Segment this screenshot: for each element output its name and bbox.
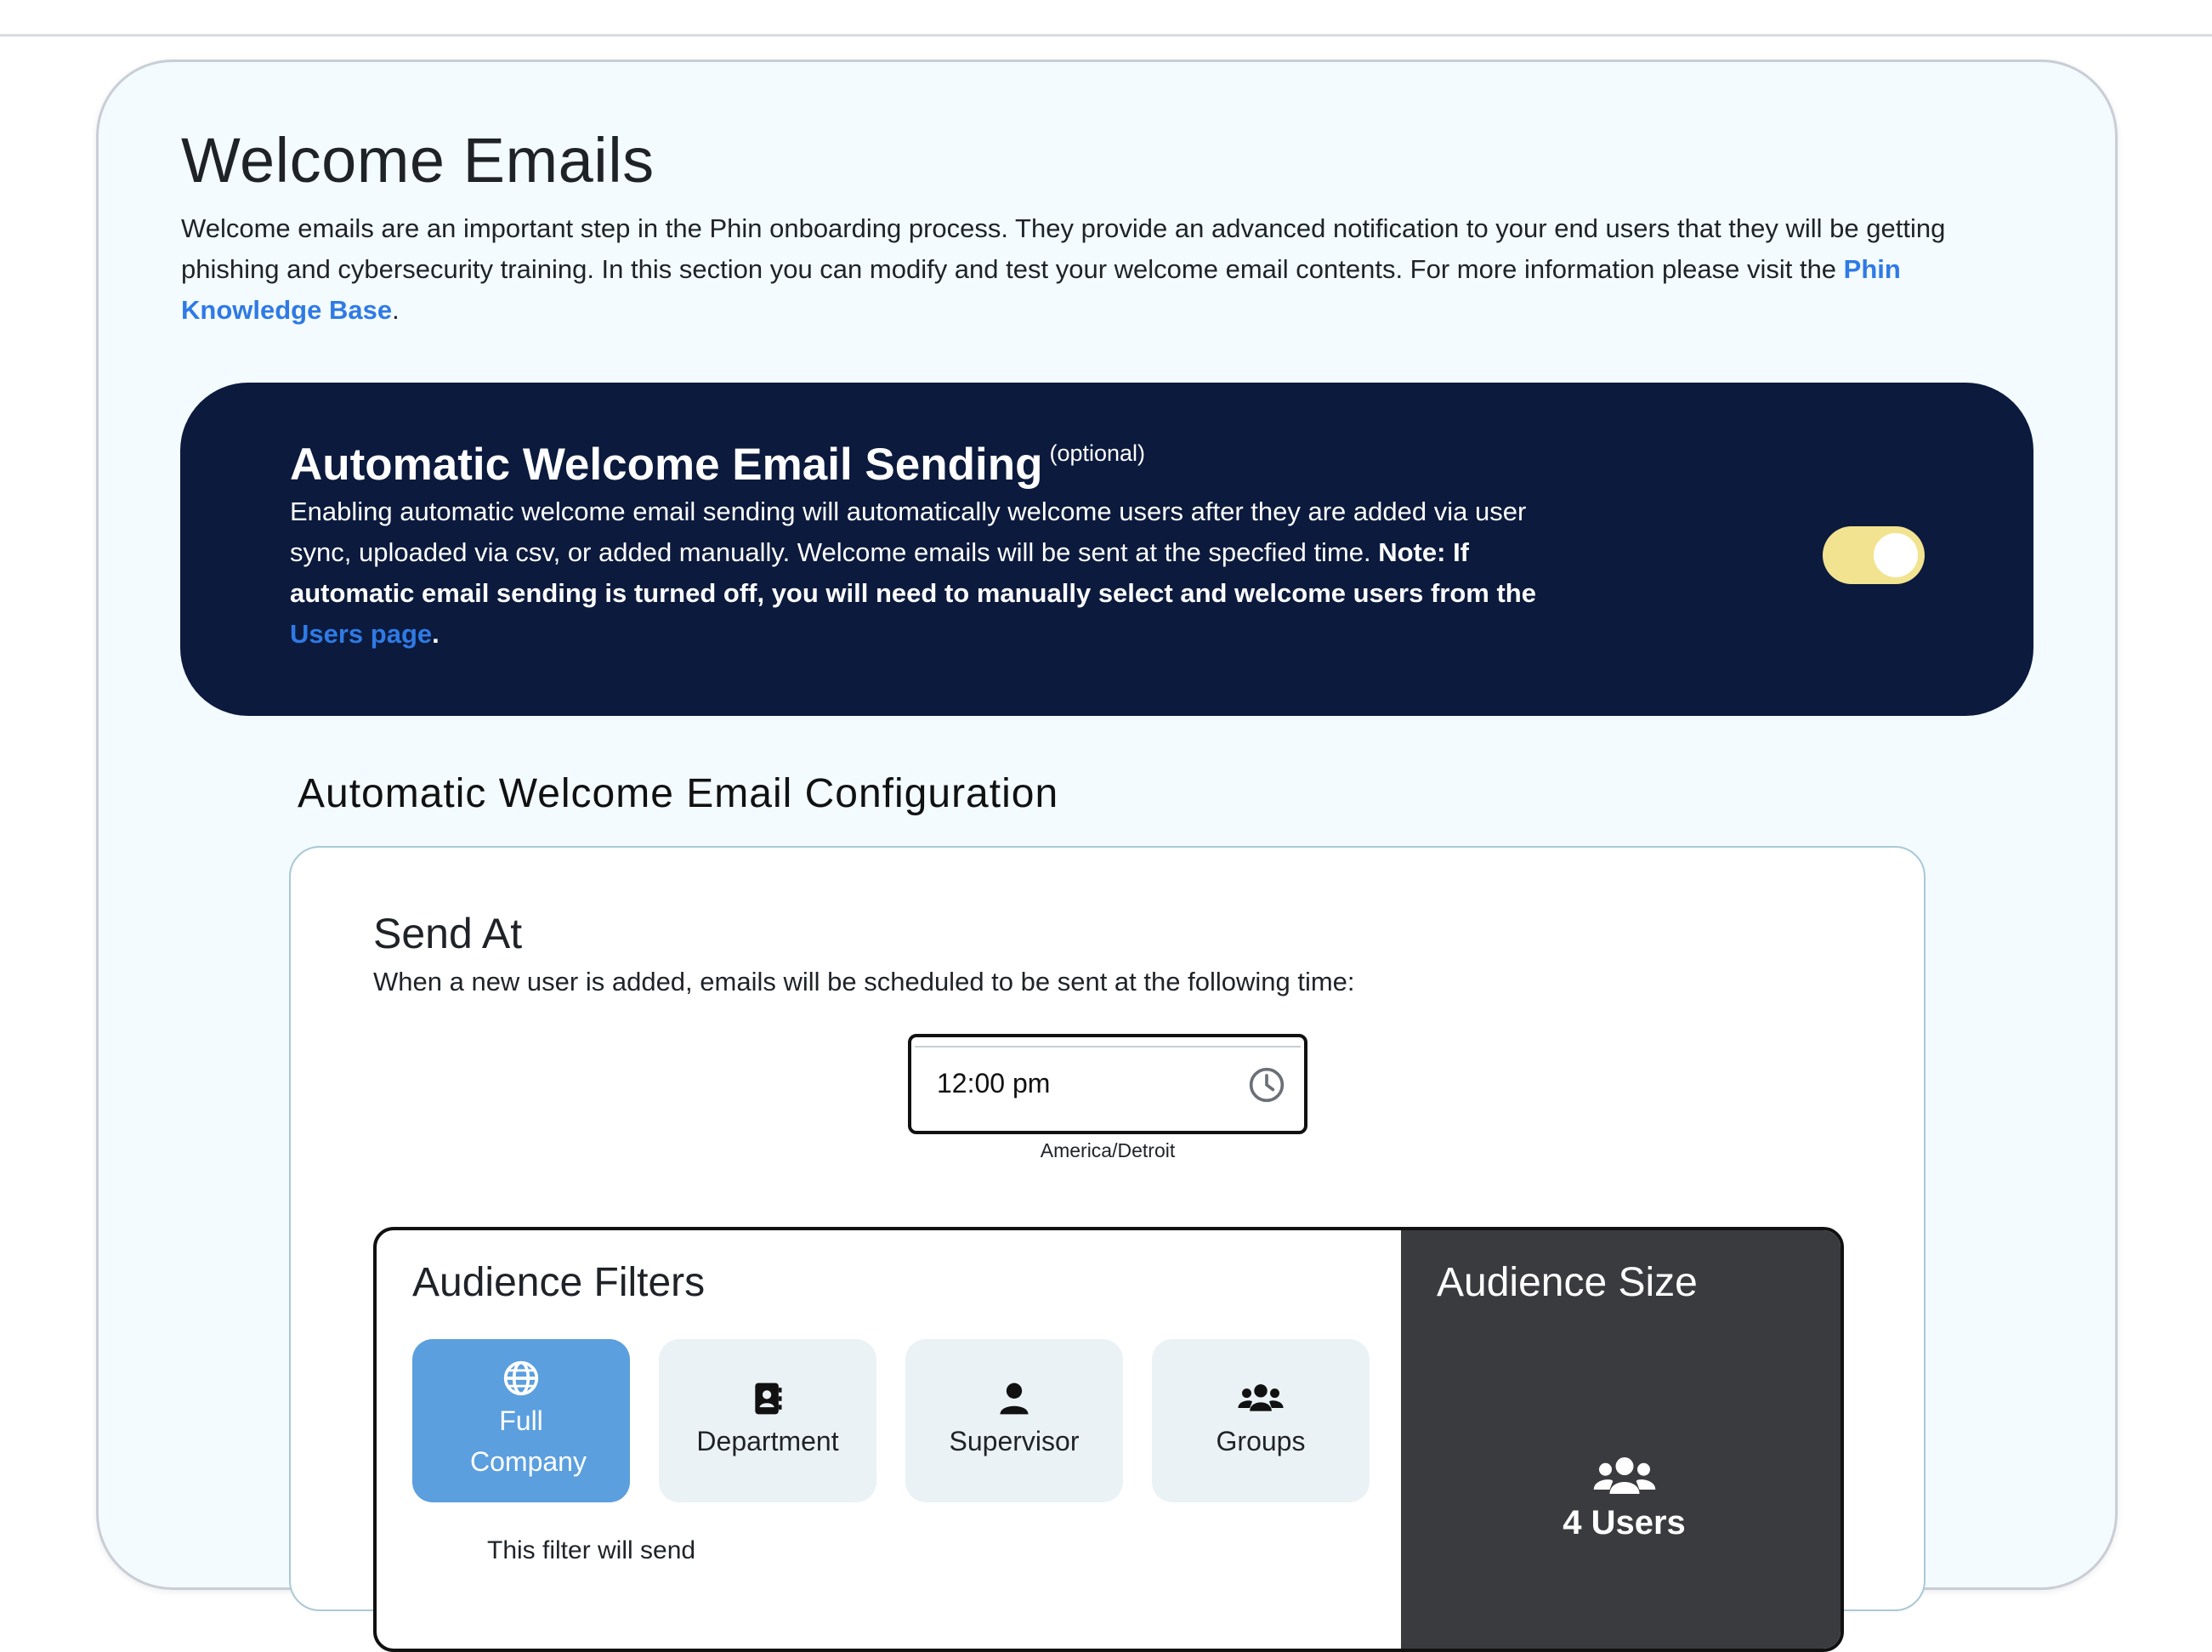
automatic-sending-banner: Automatic Welcome Email Sending (optional…	[180, 383, 2033, 716]
address-book-icon	[755, 1382, 782, 1415]
globe-icon	[503, 1360, 539, 1396]
filter-supervisor[interactable]: Supervisor	[905, 1339, 1123, 1502]
banner-title-text: Automatic Welcome Email Sending	[290, 440, 1043, 490]
banner-end: .	[432, 619, 440, 649]
filter-note: This filter will send	[487, 1536, 696, 1564]
automatic-sending-toggle[interactable]	[1823, 526, 1925, 584]
audience-filters-title: Audience Filters	[412, 1260, 706, 1305]
time-value: 12:00 pm	[937, 1068, 1051, 1098]
filter-label: Full Company	[470, 1405, 587, 1477]
banner-title: Automatic Welcome Email Sending (optional…	[290, 439, 1145, 491]
intro-text: Welcome emails are an important step in …	[181, 213, 1946, 284]
filter-label: Department	[696, 1426, 839, 1456]
filter-department[interactable]: Department	[659, 1339, 876, 1502]
note-label: Note:	[1378, 537, 1446, 567]
audience-count: 4 Users	[1563, 1504, 1686, 1541]
filter-full-company[interactable]: Full Company	[412, 1339, 630, 1502]
clock-icon[interactable]	[1248, 1066, 1285, 1104]
config-title: Automatic Welcome Email Configuration	[298, 771, 1059, 816]
send-at-title: Send At	[373, 910, 523, 957]
browser-top-bar	[0, 0, 2212, 37]
optional-label: (optional)	[1049, 440, 1146, 466]
filter-label: Groups	[1216, 1426, 1306, 1456]
toggle-knob	[1874, 533, 1918, 577]
audience-size-title: Audience Size	[1437, 1260, 1698, 1305]
filter-label: Supervisor	[949, 1426, 1080, 1456]
page-title: Welcome Emails	[181, 125, 655, 196]
users-page-link[interactable]: Users page	[290, 619, 432, 649]
audience-section: Audience Filters Full Company Department	[373, 1227, 1844, 1652]
users-icon	[1593, 1457, 1656, 1494]
intro-end: .	[392, 295, 400, 325]
users-icon	[1238, 1384, 1284, 1411]
timezone-label: America/Detroit	[1040, 1139, 1176, 1161]
send-at-description: When a new user is added, emails will be…	[373, 967, 1355, 996]
banner-description: Enabling automatic welcome email sending…	[290, 491, 1548, 655]
intro-paragraph: Welcome emails are an important step in …	[181, 208, 2017, 331]
send-time-input[interactable]: 12:00 pm	[908, 1034, 1307, 1134]
banner-text: Enabling automatic welcome email sending…	[290, 497, 1527, 567]
user-icon	[1000, 1382, 1029, 1415]
config-box: Send At When a new user is added, emails…	[289, 846, 1926, 1652]
audience-size-panel: Audience Size 4 Users	[1401, 1230, 1840, 1649]
filter-groups[interactable]: Groups	[1152, 1339, 1370, 1502]
